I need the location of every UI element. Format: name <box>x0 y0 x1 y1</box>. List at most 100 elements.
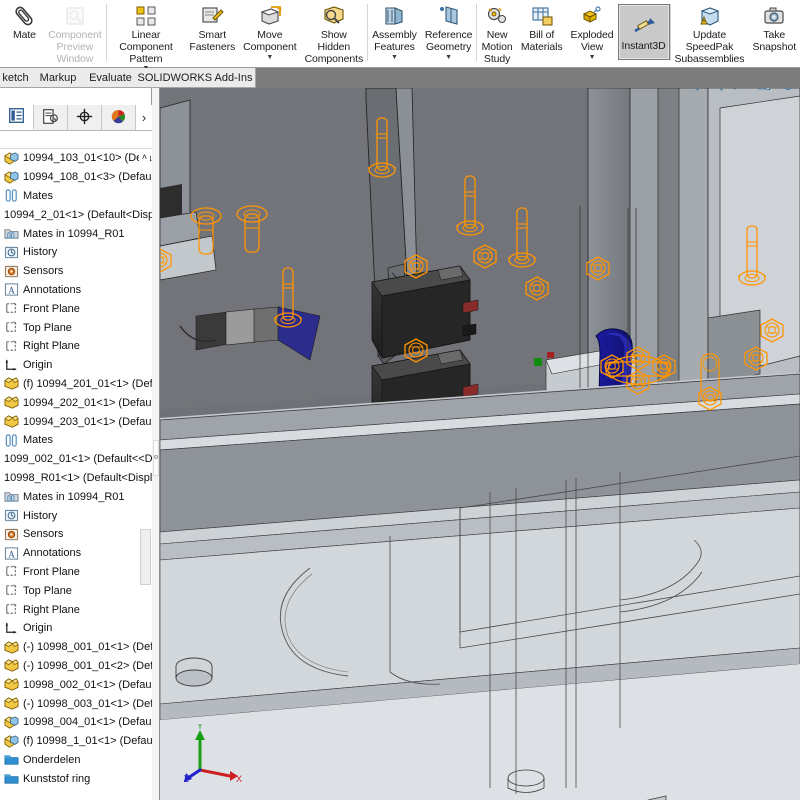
tab-markup[interactable]: Markup <box>31 68 86 88</box>
tree-item[interactable]: Mates in 10994_R01 <box>0 224 152 243</box>
tree-item-label: History <box>23 509 58 522</box>
cad-model-render <box>160 88 800 800</box>
svg-text:Z: Z <box>184 774 189 784</box>
ribbon-button-mate[interactable]: Mate <box>5 0 44 67</box>
ribbon-button-move-component[interactable]: Move Component ▼ <box>239 0 300 67</box>
previous-view-icon[interactable] <box>732 88 748 92</box>
tree-item[interactable]: History <box>0 243 152 262</box>
tree-item[interactable]: Mates in 10994_R01 <box>0 487 152 506</box>
tree-item-label: Onderdelen <box>23 753 81 766</box>
tree-item-label: (-) 10998_001_01<2> (Defa <box>23 659 152 672</box>
tree-item[interactable]: 10994_2_01<1> (Default<Displ <box>0 205 152 224</box>
tree-item[interactable]: Right Plane <box>0 337 152 356</box>
tree-item[interactable]: Onderdelen <box>0 751 152 770</box>
tree-item-label: Sensors <box>23 265 64 278</box>
tree-item[interactable]: (-) 10998_001_01<2> (Defa <box>0 657 152 676</box>
ribbon-button-show-hidden-components[interactable]: Show Hidden Components <box>301 0 368 67</box>
tree-item-label: History <box>23 246 58 259</box>
tree-item[interactable]: 1099_002_01<1> (Default<<De <box>0 450 152 469</box>
feature-manager-design-tree-tab[interactable] <box>0 105 34 130</box>
tree-item[interactable]: Front Plane <box>0 563 152 582</box>
ribbon-button-label: Mate <box>12 29 36 41</box>
tree-item[interactable]: A Annotations <box>0 544 152 563</box>
tree-item[interactable]: (-) 10998_001_01<1> (Defa <box>0 638 152 657</box>
graphics-viewport[interactable]: Y X Z <box>160 88 800 800</box>
property-manager-tab[interactable] <box>34 105 68 130</box>
tree-item-label: 1099_002_01<1> (Default<<De <box>4 453 152 466</box>
tab-label: Evaluate <box>89 71 132 84</box>
tree-item[interactable]: 10994_103_01<10> (Defaul <box>0 149 152 168</box>
view-orientation-icon[interactable] <box>780 88 796 92</box>
chevron-down-icon[interactable]: ▼ <box>266 54 273 61</box>
tree-item[interactable]: A Annotations <box>0 281 152 300</box>
tab-solidworks-add-ins[interactable]: SOLIDWORKS Add-Ins <box>135 68 256 88</box>
tree-item[interactable]: (f) 10998_1_01<1> (Defaul <box>0 732 152 751</box>
chevron-down-icon[interactable]: ▼ <box>589 54 596 61</box>
tree-item[interactable]: Right Plane <box>0 600 152 619</box>
ribbon-button-label: Exploded View <box>570 29 614 53</box>
tab-evaluate[interactable]: Evaluate <box>80 68 142 88</box>
plane-icon <box>4 564 19 579</box>
tree-item[interactable]: 10994_202_01<1> (Default <box>0 393 152 412</box>
ribbon-button-bill-of-materials[interactable]: Bill of Materials <box>517 0 567 67</box>
tree-item-label: Front Plane <box>23 565 80 578</box>
svg-text:A: A <box>8 550 15 560</box>
ribbon-button-exploded-view[interactable]: Exploded View ▼ <box>567 0 618 67</box>
tree-item[interactable]: Sensors <box>0 262 152 281</box>
ribbon-button-reference-geometry[interactable]: Reference Geometry ▼ <box>421 0 477 67</box>
ribbon-button-linear-component-pattern[interactable]: Linear Component Pattern▼ <box>107 0 186 72</box>
tree-item-label: 10994_108_01<3> (Default <box>23 171 152 184</box>
tree-item[interactable]: Origin <box>0 619 152 638</box>
tree-item-label: Mates <box>23 434 53 447</box>
tree-item[interactable]: Kunststof ring <box>0 769 152 788</box>
tree-item[interactable]: Origin <box>0 356 152 375</box>
ribbon-button-smart-fasteners[interactable]: Smart Fasteners <box>185 0 239 67</box>
command-manager-ribbon: Mate Component Preview Window Linear Compo… <box>0 0 800 72</box>
zoom-to-area-icon[interactable] <box>708 88 724 92</box>
tree-item[interactable]: 10998_R01<1> (Default<Displa <box>0 469 152 488</box>
sensors-icon <box>4 264 19 279</box>
zoom-to-fit-icon[interactable] <box>684 88 700 92</box>
tree-item[interactable]: (-) 10998_003_01<1> (Defa <box>0 694 152 713</box>
tree-item[interactable]: 10994_108_01<3> (Default <box>0 168 152 187</box>
tree-item-label: Origin <box>23 359 53 372</box>
mates-folder-icon <box>4 226 19 241</box>
tree-item[interactable]: 10998_004_01<1> (Default <box>0 713 152 732</box>
bill-of-materials-icon <box>529 4 555 28</box>
ribbon-button-instant3d[interactable]: Instant3D <box>617 4 670 60</box>
tree-item[interactable]: Front Plane <box>0 299 152 318</box>
design-tree[interactable]: ˄ 10994_103_01<10> (Defaul 10994_108_01<3… <box>0 149 152 800</box>
tree-item[interactable]: Top Plane <box>0 581 152 600</box>
configuration-manager-tab[interactable] <box>68 105 102 130</box>
manager-tabs-overflow-button[interactable]: › <box>136 105 152 130</box>
chevron-down-icon[interactable]: ▼ <box>445 54 452 61</box>
tab-label: ketch <box>2 71 29 84</box>
ribbon-button-new-motion-study[interactable]: New Motion Study <box>477 0 516 67</box>
panel-splitter[interactable] <box>152 88 160 800</box>
tab-label: SOLIDWORKS Add-Ins <box>137 71 253 84</box>
tree-item[interactable]: Mates <box>0 187 152 206</box>
ribbon-button-update-speedpak-subassemblies[interactable]: Update SpeedPak Subassemblies <box>671 0 749 67</box>
tree-item[interactable]: Top Plane <box>0 318 152 337</box>
ribbon-button-label: Bill of Materials <box>520 29 563 53</box>
tree-filter-bar[interactable] <box>0 131 152 149</box>
tree-item-label: 10994_2_01<1> (Default<Displ <box>4 208 152 221</box>
tree-scrollbar-thumb[interactable] <box>140 529 151 585</box>
exploded-view-icon <box>579 4 605 28</box>
tree-item-label: 10994_203_01<1> (Default <box>23 415 152 428</box>
tree-item[interactable]: 10994_203_01<1> (Default <box>0 412 152 431</box>
tree-item[interactable]: History <box>0 506 152 525</box>
section-view-icon[interactable] <box>756 88 772 92</box>
display-manager-tab[interactable] <box>102 105 136 130</box>
ribbon-button-label: Instant3D <box>621 40 666 53</box>
tree-scroll-up-arrow[interactable]: ˄ <box>139 151 150 163</box>
tree-item[interactable]: Mates <box>0 431 152 450</box>
tree-item-label: Front Plane <box>23 302 80 315</box>
chevron-down-icon[interactable]: ▼ <box>391 54 398 61</box>
ribbon-button-assembly-features[interactable]: Assembly Features ▼ <box>368 0 421 67</box>
heads-up-view-toolbar[interactable] <box>684 88 796 94</box>
tree-item[interactable]: 10998_002_01<1> (Default <box>0 675 152 694</box>
tree-item[interactable]: Sensors <box>0 525 152 544</box>
tree-item[interactable]: (f) 10994_201_01<1> (Defa <box>0 375 152 394</box>
ribbon-button-take-snapshot[interactable]: Take Snapshot <box>748 0 800 67</box>
